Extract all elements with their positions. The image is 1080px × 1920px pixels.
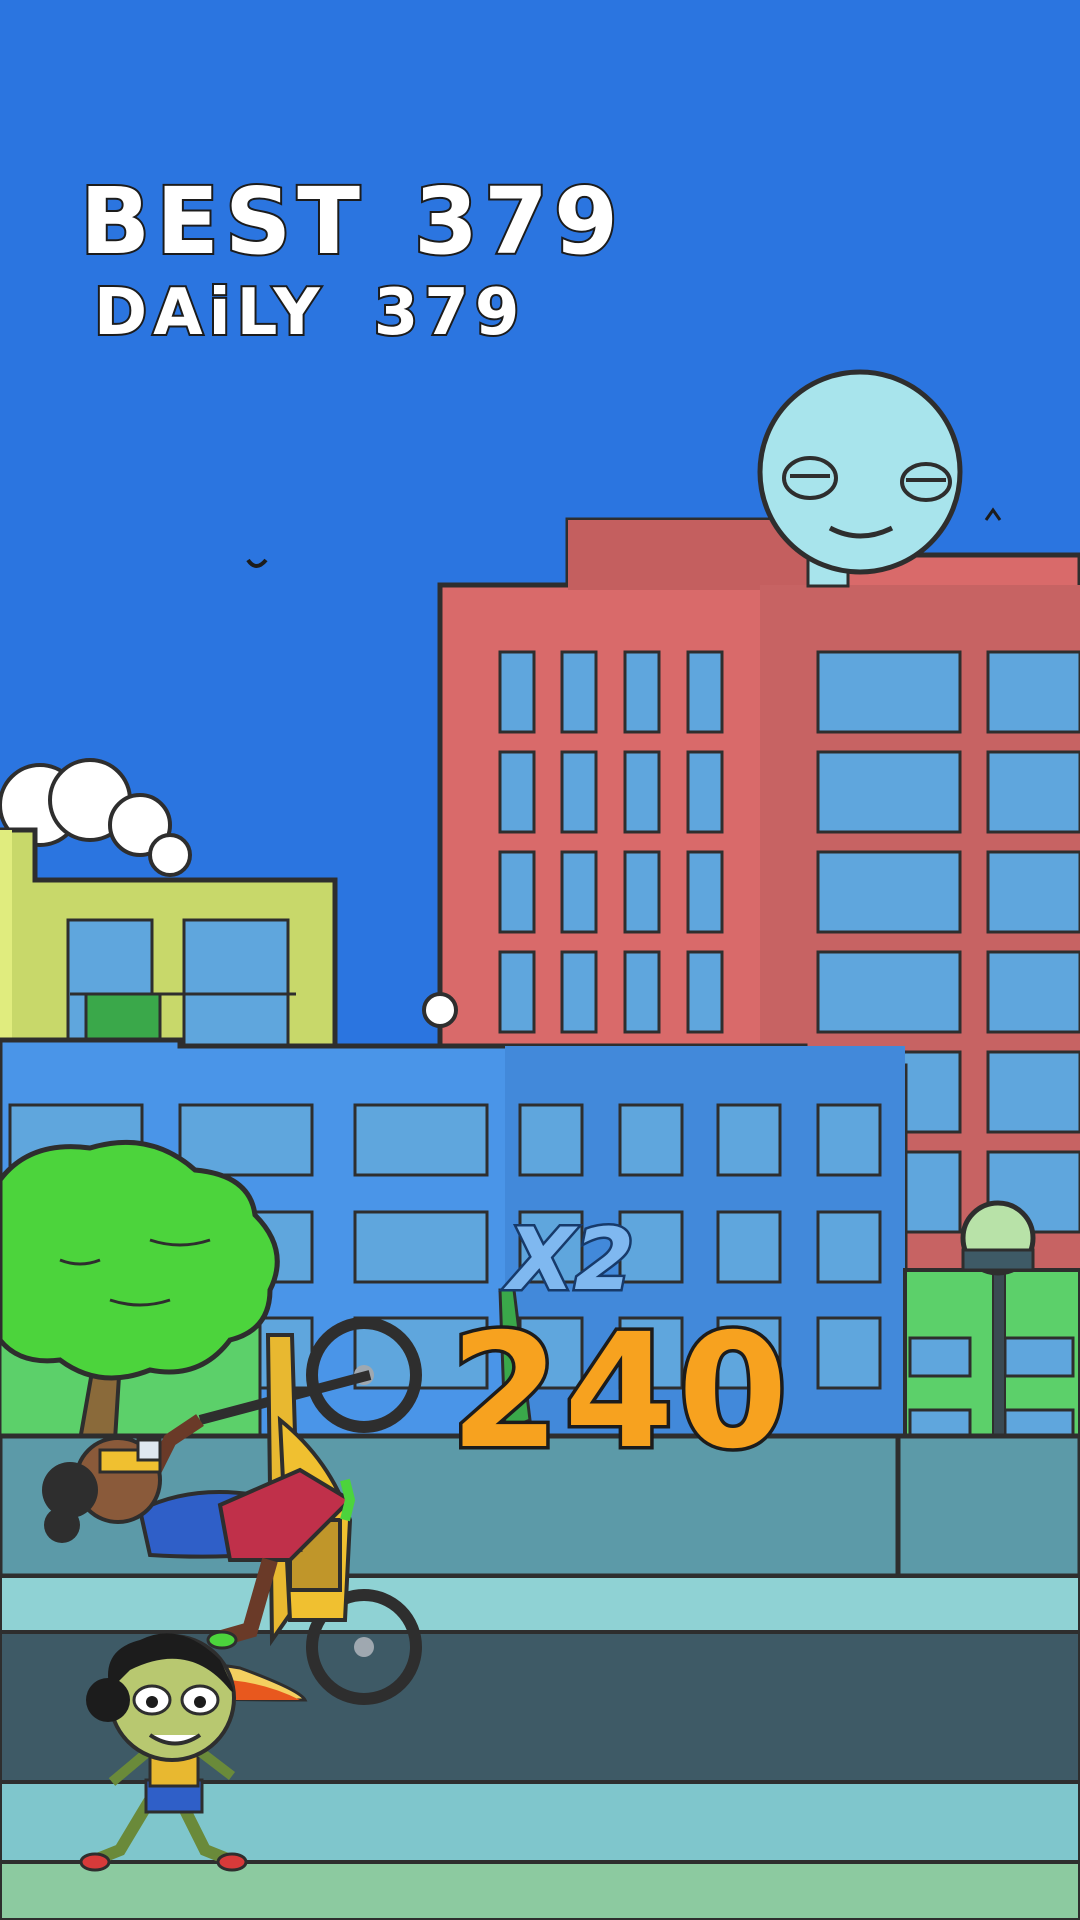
window [498,950,536,1034]
grass-strip [0,1860,1080,1920]
window [623,650,661,734]
window [618,1316,684,1390]
window [353,1210,489,1284]
curb [0,1574,1080,1634]
window [686,850,724,934]
window [618,1103,684,1177]
window [623,750,661,834]
window [716,1316,782,1390]
window [686,650,724,734]
window [560,850,598,934]
window [716,1103,782,1177]
window [498,850,536,934]
window [816,950,962,1034]
window [816,850,962,934]
window [816,1103,882,1177]
window [716,1210,782,1284]
window [518,1103,584,1177]
window [518,1316,584,1390]
window [178,1103,314,1177]
window [498,750,536,834]
window [560,650,598,734]
window [986,650,1080,734]
window [686,750,724,834]
window [986,750,1080,834]
game-scene[interactable] [0,0,1080,1920]
window [986,850,1080,934]
window [560,950,598,1034]
window [353,1103,489,1177]
window [816,1316,882,1390]
window [623,950,661,1034]
window [816,650,962,734]
window [986,950,1080,1034]
window [986,1050,1080,1134]
window [686,950,724,1034]
window [498,650,536,734]
window [816,1210,882,1284]
window [560,750,598,834]
window [623,850,661,934]
window [816,750,962,834]
window [518,1210,584,1284]
window [618,1210,684,1284]
